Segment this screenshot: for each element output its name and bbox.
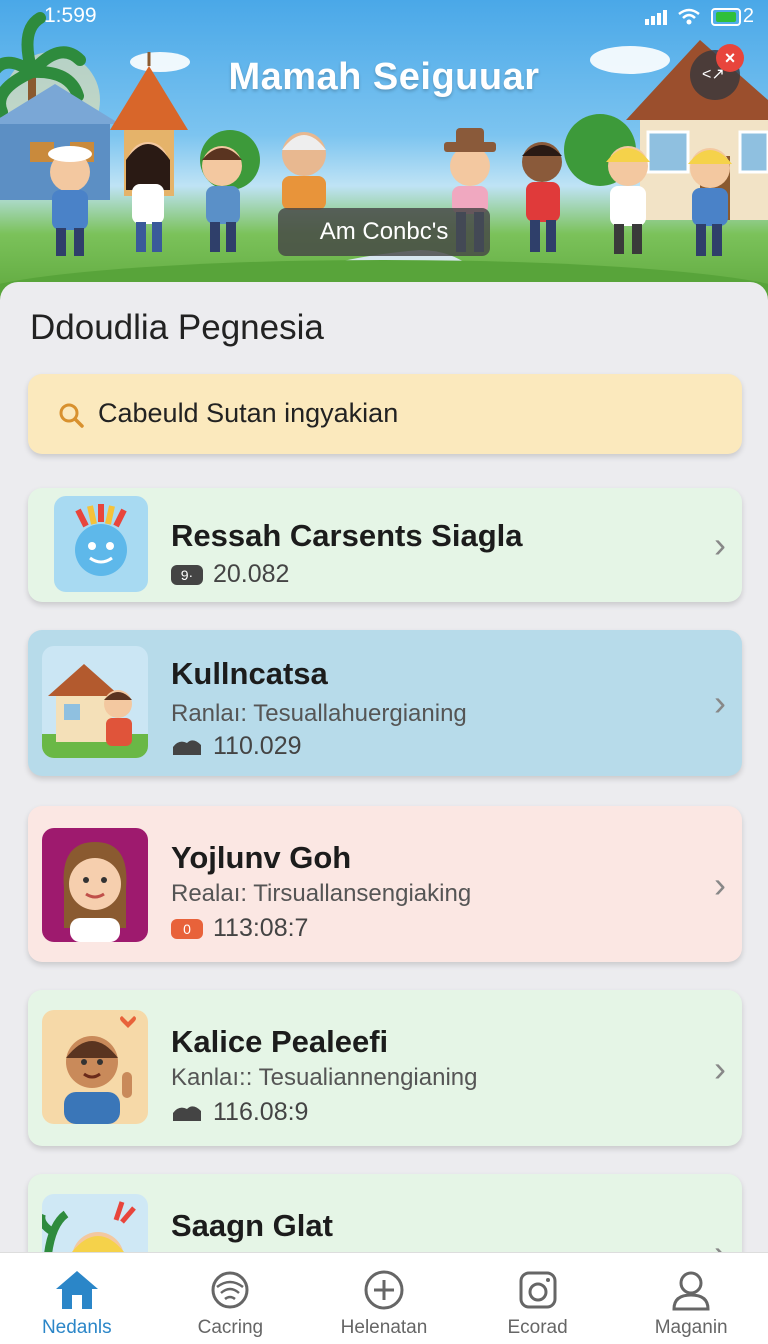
item-name: Saagn Glat xyxy=(171,1208,333,1243)
chevron-right-icon: › xyxy=(714,1048,726,1089)
house-boy-avatar xyxy=(42,646,148,758)
item-subtitle: Kanlaı:: Tesualiannengianing xyxy=(171,1064,478,1091)
nav-item-catering[interactable]: Cacring xyxy=(154,1253,308,1344)
nav-label: Nedanls xyxy=(41,1317,112,1338)
close-icon[interactable]: × xyxy=(716,44,744,72)
banner-action-button[interactable]: Am Conbc's xyxy=(278,208,490,256)
item-stat: 0 113:08:7 xyxy=(171,914,308,943)
list-item[interactable]: Saagn Glat › xyxy=(28,1174,742,1262)
section-title: Ddoudlia Pegnesia xyxy=(30,308,324,347)
nav-label: Cacring xyxy=(197,1317,264,1338)
item-value: 113:08:7 xyxy=(213,914,309,942)
nav-item-profile[interactable]: Maganin xyxy=(614,1253,768,1344)
item-name: Kullncatsa xyxy=(171,656,328,691)
status-bar: 1:599 2 xyxy=(0,0,768,32)
list-item[interactable]: Ressah Carsents Siagla 9· 20.082 › xyxy=(28,488,742,602)
badge-icon: 9· xyxy=(171,564,203,585)
wifi-globe-icon xyxy=(211,1271,249,1309)
chevron-right-icon: › xyxy=(714,864,726,905)
boy-avatar xyxy=(42,1010,148,1124)
sun-face-avatar xyxy=(54,496,148,592)
search-field[interactable]: Cabeuld Sutan ingyakian xyxy=(28,374,742,454)
content-sheet: Ddoudlia Pegnesia Cabeuld Sutan ingyakia… xyxy=(0,282,768,1262)
nav-item-home[interactable]: Nedanls xyxy=(0,1253,154,1344)
item-value: 110.029 xyxy=(213,732,302,760)
expand-button[interactable]: <↗ × xyxy=(690,44,744,100)
hero-banner: Mamah Seiguuar Am Conbc's <↗ × xyxy=(0,0,768,300)
item-name: Ressah Carsents Siagla xyxy=(171,518,523,553)
status-time: 1:599 xyxy=(44,4,97,27)
banner-title: Mamah Seiguuar xyxy=(228,56,540,98)
chevron-right-icon: › xyxy=(714,524,726,565)
search-input[interactable]: Cabeuld Sutan ingyakian xyxy=(98,398,398,429)
item-name: Kalice Pealeefi xyxy=(171,1024,389,1059)
status-icons: 2 xyxy=(644,5,754,28)
search-icon xyxy=(59,403,84,428)
girl-avatar xyxy=(42,828,148,942)
list-item[interactable]: Kalice Pealeefi Kanlaı:: Tesualiannengia… xyxy=(28,990,742,1146)
camera-icon xyxy=(519,1271,557,1309)
bottom-navigation: Nedanls Cacring Helenatan Ecorad Maganin xyxy=(0,1252,768,1344)
chevron-right-icon: › xyxy=(714,682,726,723)
nav-label: Helenatan xyxy=(340,1317,428,1338)
signal-icon xyxy=(644,9,667,25)
nav-label: Ecorad xyxy=(507,1317,568,1338)
stat-icon xyxy=(173,1105,201,1121)
badge-icon: 0 xyxy=(171,918,203,939)
list-item[interactable]: Kullncatsa Ranlaı: Tesuallahuergianing 1… xyxy=(28,630,742,776)
battery-count: 2 xyxy=(742,5,754,27)
item-subtitle: Ranlaı: Tesuallahuergianing xyxy=(171,700,467,727)
item-stat: 116.08:9 xyxy=(171,1098,308,1127)
battery-icon xyxy=(710,7,741,26)
home-icon xyxy=(55,1271,98,1309)
nav-item-add[interactable]: Helenatan xyxy=(307,1253,461,1344)
nav-label: Maganin xyxy=(654,1317,728,1338)
nav-item-camera[interactable]: Ecorad xyxy=(461,1253,615,1344)
item-stat: 110.029 xyxy=(171,732,302,761)
item-value: 20.082 xyxy=(213,560,290,588)
add-circle-icon xyxy=(364,1270,404,1310)
profile-icon xyxy=(672,1271,710,1311)
item-value: 116.08:9 xyxy=(213,1098,309,1126)
item-name: Yojlunv Goh xyxy=(171,840,352,875)
list-item[interactable]: Yojlunv Goh Realaı: Tirsuallansengiaking… xyxy=(28,806,742,962)
item-subtitle: Realaı: Tirsuallansengiaking xyxy=(171,880,472,907)
wifi-icon xyxy=(678,8,700,24)
stat-icon xyxy=(173,739,201,755)
item-stat: 9· 20.082 xyxy=(171,560,289,589)
